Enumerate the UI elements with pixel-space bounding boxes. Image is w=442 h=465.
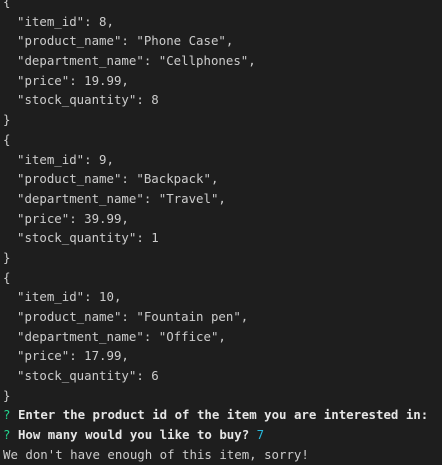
record-field: "stock_quantity": 8 (17, 92, 159, 108)
prompt-answer: 7 (256, 427, 265, 443)
record-field: "item_id": 8, (17, 13, 114, 29)
question-mark-icon: ? (3, 427, 11, 443)
record-field: "department_name": "Cellphones", (17, 53, 256, 69)
prompt-line: ? Enter the product id of the item you a… (0, 405, 442, 425)
prompt-line: ? How many would you like to buy? 7 (0, 425, 442, 445)
record-field: "stock_quantity": 6 (17, 368, 159, 384)
record-field: "stock_quantity": 1 (17, 230, 159, 246)
record-close-brace: } (3, 249, 11, 265)
record-field: "product_name": "Phone Case", (17, 33, 234, 49)
record-field: "item_id": 9, (17, 151, 114, 167)
result-message: We don't have enough of this item, sorry… (3, 446, 309, 462)
record-field: "product_name": "Fountain pen", (17, 309, 249, 324)
question-mark-icon: ? (3, 407, 11, 423)
record-open-brace: { (3, 269, 11, 285)
prompt-question: Enter the product id of the item you are… (17, 407, 429, 423)
terminal-output[interactable]: { "item_id": 8, "product_name": "Phone C… (0, 0, 442, 462)
record-close-brace: } (3, 112, 11, 128)
record-open-brace: { (3, 131, 11, 147)
record-field: "price": 19.99, (17, 72, 129, 88)
record-field: "product_name": "Backpack", (17, 171, 219, 187)
record-field: "department_name": "Office", (17, 328, 226, 344)
prompt-question: How many would you like to buy? (17, 427, 250, 443)
record-field: "price": 17.99, (17, 348, 129, 364)
record-field: "department_name": "Travel", (17, 190, 226, 206)
record-field: "price": 39.99, (17, 210, 129, 226)
record-open-brace: { (3, 0, 11, 9)
record-close-brace: } (3, 387, 11, 403)
record-field: "item_id": 10, (17, 289, 122, 305)
